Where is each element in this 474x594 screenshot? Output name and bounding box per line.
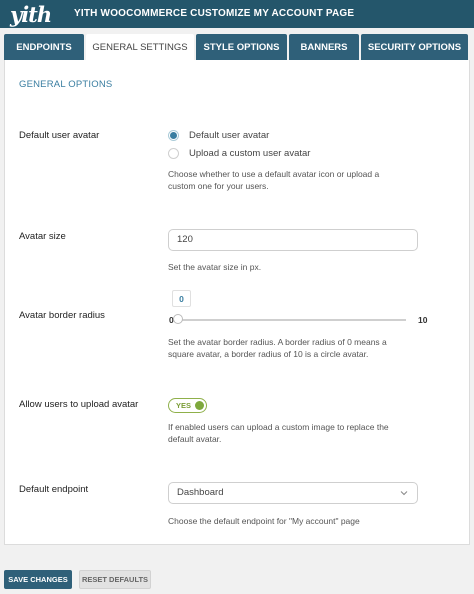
slider-max-label: 10 [418, 315, 428, 325]
radio-button-checked[interactable] [168, 130, 179, 141]
yith-logo: yith [10, 2, 52, 27]
allow-upload-description: If enabled users can upload a custom ima… [168, 422, 389, 444]
slider-value-badge: 0 [172, 290, 191, 307]
allow-upload-label: Allow users to upload avatar [19, 399, 139, 410]
default-endpoint-label: Default endpoint [19, 484, 89, 495]
radio-default-avatar[interactable]: Default user avatar [168, 130, 269, 141]
tab-endpoints[interactable]: ENDPOINTS [4, 34, 84, 60]
save-changes-button[interactable]: SAVE CHANGES [4, 570, 72, 589]
slider-handle[interactable] [173, 314, 183, 324]
default-avatar-label: Default user avatar [19, 130, 100, 141]
radio-button[interactable] [168, 148, 179, 159]
page-title: YITH WOOCOMMERCE CUSTOMIZE MY ACCOUNT PA… [74, 8, 355, 19]
toggle-state-label: YES [176, 401, 192, 410]
settings-panel: GENERAL OPTIONS Default user avatar Defa… [4, 60, 470, 545]
radio-label: Upload a custom user avatar [189, 148, 311, 159]
default-endpoint-select[interactable]: Dashboard [168, 482, 418, 504]
allow-upload-toggle[interactable]: YES [168, 398, 207, 413]
select-value: Dashboard [177, 487, 224, 498]
tab-style-options[interactable]: STYLE OPTIONS [196, 34, 287, 60]
default-endpoint-description: Choose the default endpoint for "My acco… [168, 516, 360, 526]
avatar-size-label: Avatar size [19, 231, 66, 242]
settings-tabs: ENDPOINTS GENERAL SETTINGS STYLE OPTIONS… [0, 30, 474, 61]
chevron-down-icon [400, 491, 408, 496]
border-radius-description: Set the avatar border radius. A border r… [168, 337, 387, 359]
avatar-size-description: Set the avatar size in px. [168, 262, 262, 272]
reset-defaults-button[interactable]: RESET DEFAULTS [79, 570, 151, 589]
avatar-size-input[interactable]: 120 [168, 229, 418, 251]
app-header: yith YITH WOOCOMMERCE CUSTOMIZE MY ACCOU… [0, 0, 474, 28]
border-radius-slider[interactable] [173, 314, 406, 324]
radio-custom-avatar[interactable]: Upload a custom user avatar [168, 148, 310, 159]
radio-label: Default user avatar [189, 130, 270, 141]
default-avatar-description: Choose whether to use a default avatar i… [168, 169, 380, 191]
tab-general-settings[interactable]: GENERAL SETTINGS [86, 34, 194, 61]
toggle-knob [195, 401, 204, 410]
section-title: GENERAL OPTIONS [19, 79, 113, 90]
border-radius-label: Avatar border radius [19, 310, 105, 321]
tab-security-options[interactable]: SECURITY OPTIONS [361, 34, 468, 60]
tab-banners[interactable]: BANNERS [289, 34, 359, 60]
